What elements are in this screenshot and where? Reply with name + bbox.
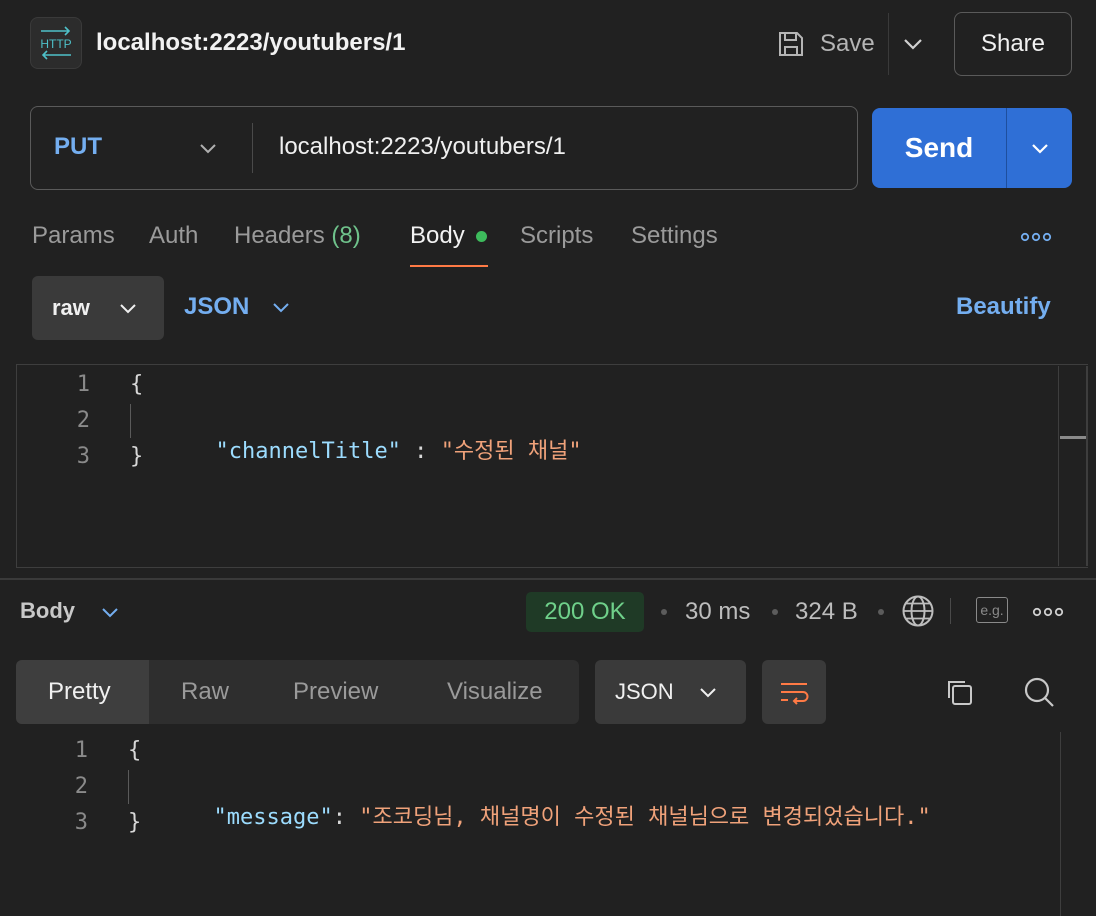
code-close-brace: } bbox=[130, 444, 144, 469]
json-key: "channelTitle" bbox=[215, 439, 401, 464]
indent-guide bbox=[128, 770, 129, 804]
response-scroll-gutter bbox=[1060, 732, 1061, 916]
response-time[interactable]: 30 ms bbox=[685, 598, 750, 626]
chevron-down-icon[interactable] bbox=[100, 602, 120, 622]
line-number: 3 bbox=[74, 810, 88, 835]
pane-divider[interactable] bbox=[0, 578, 1096, 580]
response-body-label[interactable]: Body bbox=[20, 598, 75, 624]
code-line: "message": "조코딩님, 채널명이 수정된 채널님으로 변경되었습니다… bbox=[187, 774, 931, 831]
response-format-select[interactable]: JSON bbox=[595, 660, 746, 724]
tab-headers[interactable]: Headers (8) bbox=[234, 222, 361, 250]
save-icon bbox=[779, 32, 803, 56]
line-number: 1 bbox=[76, 372, 90, 397]
save-label: Save bbox=[820, 30, 875, 57]
tab-pretty[interactable]: Pretty bbox=[48, 678, 111, 706]
response-size[interactable]: 324 B bbox=[795, 598, 858, 626]
code-close-brace: } bbox=[128, 810, 142, 835]
body-language-select[interactable]: JSON bbox=[184, 293, 291, 321]
tab-raw[interactable]: Raw bbox=[181, 678, 229, 706]
response-format-label: JSON bbox=[615, 679, 674, 704]
indent-guide bbox=[130, 404, 131, 438]
code-open-brace: { bbox=[128, 738, 142, 763]
svg-text:HTTP: HTTP bbox=[40, 37, 71, 51]
tab-visualize[interactable]: Visualize bbox=[447, 678, 543, 706]
line-number: 2 bbox=[76, 408, 90, 433]
tab-headers-label: Headers bbox=[234, 222, 325, 249]
method-chevron-down-icon[interactable] bbox=[196, 136, 220, 160]
editor-scroll-gutter bbox=[1058, 366, 1059, 566]
editor-scrollbar-thumb[interactable] bbox=[1060, 436, 1086, 439]
json-key: "message" bbox=[213, 805, 333, 830]
code-open-brace: { bbox=[130, 372, 144, 397]
chevron-down-icon bbox=[120, 304, 136, 314]
globe-icon[interactable] bbox=[901, 594, 935, 628]
more-options-icon[interactable] bbox=[1020, 231, 1052, 243]
json-value: "수정된 채널" bbox=[440, 439, 582, 464]
separator-dot bbox=[772, 609, 778, 615]
line-number: 2 bbox=[74, 774, 88, 799]
share-button[interactable]: Share bbox=[954, 12, 1072, 76]
save-example-button[interactable]: e.g. bbox=[976, 597, 1008, 623]
copy-icon[interactable] bbox=[944, 677, 976, 709]
tab-params[interactable]: Params bbox=[32, 222, 115, 250]
method-select[interactable]: PUT bbox=[54, 133, 102, 161]
wrap-lines-button[interactable] bbox=[762, 660, 826, 724]
save-divider bbox=[888, 13, 889, 75]
tab-scripts[interactable]: Scripts bbox=[520, 222, 593, 250]
json-separator: : bbox=[400, 439, 441, 464]
chevron-down-icon bbox=[273, 303, 290, 313]
status-badge[interactable]: 200 OK bbox=[526, 592, 644, 632]
separator-dot bbox=[661, 609, 667, 615]
http-arrows-icon: HTTP bbox=[40, 26, 72, 60]
beautify-button[interactable]: Beautify bbox=[956, 293, 1051, 321]
body-language-label: JSON bbox=[184, 293, 250, 320]
line-number: 3 bbox=[76, 444, 90, 469]
line-number: 1 bbox=[74, 738, 88, 763]
wrap-lines-icon bbox=[781, 683, 809, 705]
search-icon[interactable] bbox=[1022, 675, 1056, 709]
separator-dot bbox=[878, 609, 884, 615]
json-separator: : bbox=[332, 805, 360, 830]
chevron-down-icon bbox=[1031, 144, 1048, 154]
chevron-down-icon bbox=[699, 688, 716, 698]
vertical-separator bbox=[950, 598, 951, 624]
request-title[interactable]: localhost:2223/youtubers/1 bbox=[96, 29, 405, 57]
code-line: "channelTitle" : "수정된 채널" bbox=[189, 408, 582, 465]
tab-preview[interactable]: Preview bbox=[293, 678, 378, 706]
tab-settings[interactable]: Settings bbox=[631, 222, 718, 250]
tab-auth[interactable]: Auth bbox=[149, 222, 198, 250]
send-button[interactable]: Send bbox=[872, 108, 1006, 188]
headers-count: (8) bbox=[331, 222, 361, 249]
body-mode-label: raw bbox=[52, 295, 90, 320]
body-mode-select[interactable]: raw bbox=[32, 276, 164, 340]
tab-body[interactable]: Body bbox=[410, 222, 465, 250]
more-options-icon[interactable] bbox=[1032, 606, 1064, 618]
save-button[interactable]: Save bbox=[776, 26, 875, 62]
request-body-editor[interactable] bbox=[16, 364, 1088, 568]
save-options-chevron-down-icon[interactable] bbox=[901, 33, 925, 55]
body-indicator-dot bbox=[476, 231, 487, 242]
send-options-button[interactable] bbox=[1007, 108, 1072, 188]
json-value: "조코딩님, 채널명이 수정된 채널님으로 변경되었습니다." bbox=[359, 805, 931, 830]
http-request-icon: HTTP bbox=[30, 17, 82, 69]
url-separator bbox=[252, 123, 253, 173]
editor-scroll-edge bbox=[1086, 366, 1088, 566]
active-tab-underline bbox=[410, 265, 488, 267]
url-input[interactable]: localhost:2223/youtubers/1 bbox=[279, 133, 566, 161]
